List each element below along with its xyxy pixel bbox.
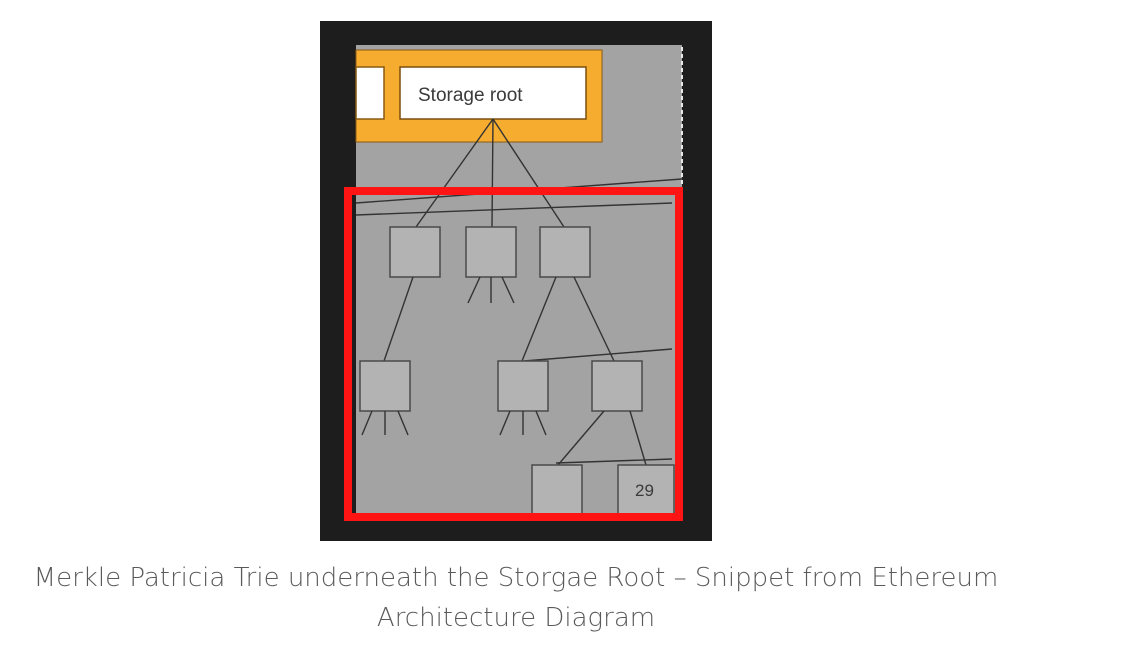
trie-node xyxy=(389,226,441,278)
trie-node xyxy=(465,226,517,278)
figure-caption: Merkle Patricia Trie underneath the Stor… xyxy=(0,558,1032,638)
storage-root-node: Storage root xyxy=(399,66,587,120)
leaf-node-label: 29 xyxy=(635,481,654,500)
trie-node xyxy=(497,360,549,412)
account-field-partial xyxy=(355,66,385,120)
diagram-figure: Storage root 29 xyxy=(320,21,712,541)
trie-node xyxy=(539,226,591,278)
leaf-node-29: 29 xyxy=(617,464,675,516)
trie-node xyxy=(359,360,411,412)
page: { "diagram": { "storage_root_label": "St… xyxy=(0,0,1126,670)
caption-line-2: Architecture Diagram xyxy=(376,603,656,633)
storage-root-label: Storage root xyxy=(418,85,523,106)
caption-line-1: Merkle Patricia Trie underneath the Stor… xyxy=(33,563,999,593)
trie-node xyxy=(531,464,583,516)
trie-node xyxy=(591,360,643,412)
